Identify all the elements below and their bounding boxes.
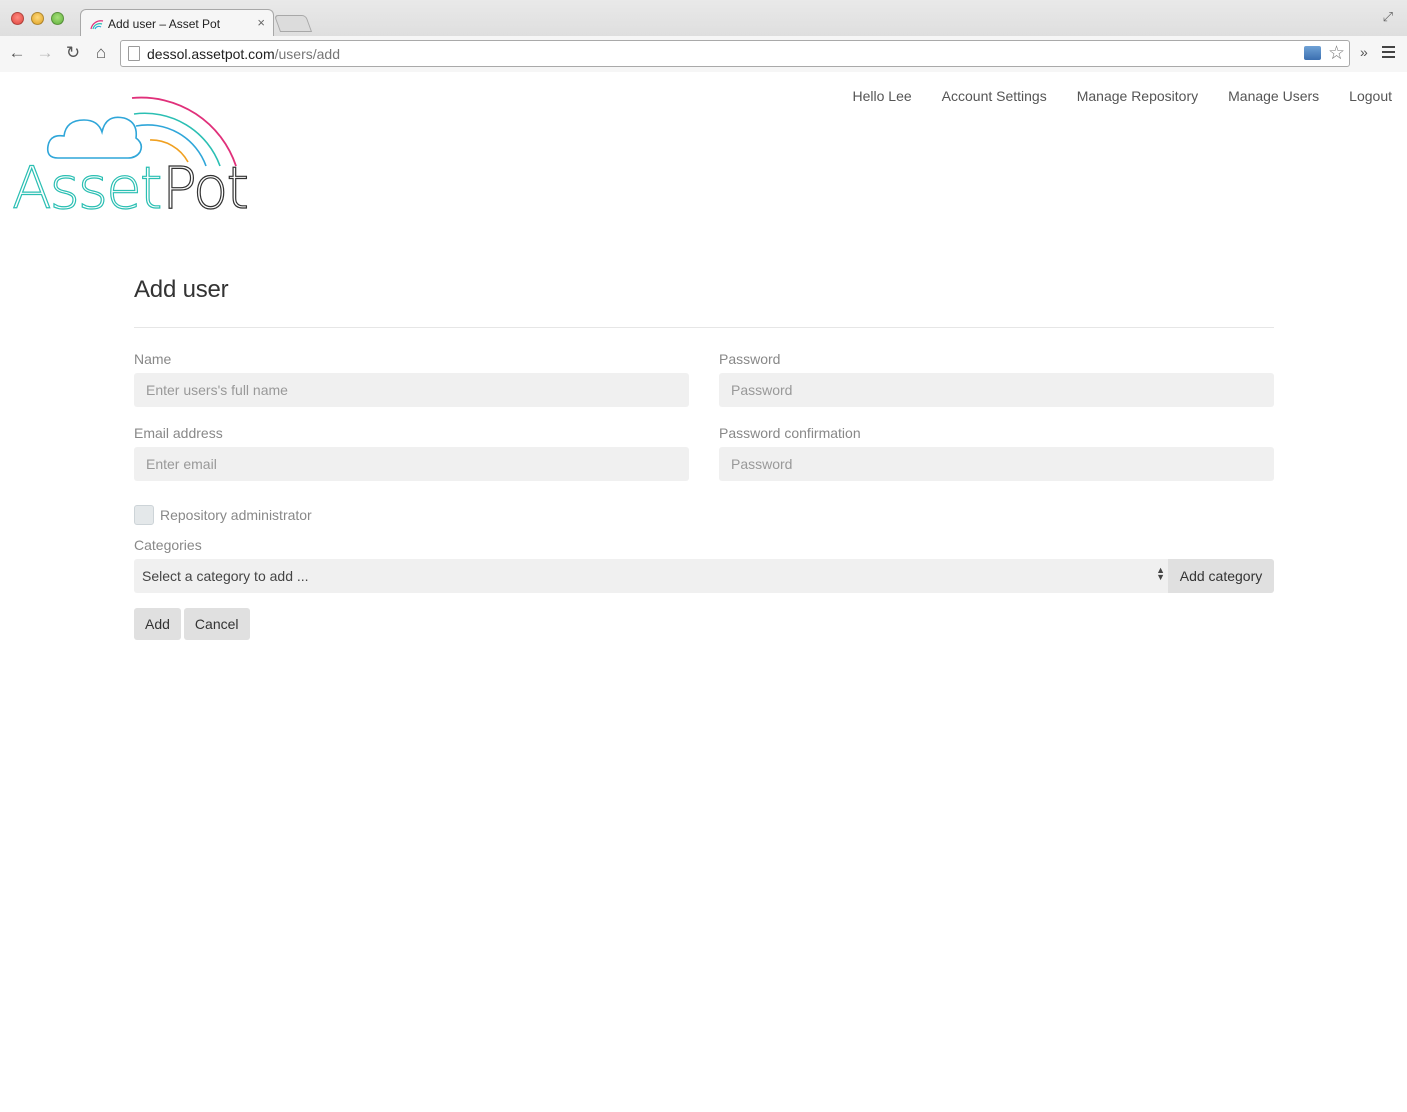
extension-icon[interactable] — [1304, 46, 1321, 60]
select-updown-icon: ▲ ▼ — [1156, 565, 1165, 582]
address-bar[interactable]: dessol.assetpot.com/users/add ☆ — [120, 40, 1350, 67]
categories-row: Select a category to add ... ▲ ▼ Add cate… — [134, 559, 1274, 593]
svg-text:Asset: Asset — [12, 154, 161, 214]
tab-close-icon[interactable]: × — [257, 15, 265, 30]
new-tab-button[interactable] — [273, 15, 313, 32]
title-divider — [134, 327, 1274, 328]
fullscreen-icon[interactable]: ⤢ — [1383, 9, 1393, 25]
name-label: Name — [134, 351, 172, 367]
nav-logout[interactable]: Logout — [1349, 88, 1392, 104]
form-row-1: Name Password — [134, 351, 1274, 407]
nav-account-settings[interactable]: Account Settings — [942, 88, 1047, 104]
password-input[interactable] — [719, 373, 1274, 407]
tab-title: Add user – Asset Pot — [108, 17, 221, 31]
home-icon[interactable]: ⌂ — [90, 42, 112, 64]
password-label: Password — [719, 351, 781, 367]
repo-admin-label[interactable]: Repository administrator — [160, 507, 312, 523]
back-icon[interactable]: ← — [6, 42, 28, 64]
add-user-form: Add user Name Password Email address Pas… — [134, 276, 1274, 640]
category-select-value: Select a category to add ... — [142, 568, 309, 584]
form-row-2: Email address Password confirmation — [134, 425, 1274, 481]
extensions-overflow-icon[interactable]: » — [1360, 44, 1368, 60]
browser-tab[interactable]: Add user – Asset Pot × — [80, 9, 274, 37]
email-input[interactable] — [134, 447, 689, 481]
browser-menu-icon[interactable] — [1382, 46, 1395, 58]
zoom-window-button[interactable] — [51, 12, 64, 25]
form-actions: Add Cancel — [134, 608, 1274, 640]
add-category-button[interactable]: Add category — [1168, 559, 1274, 593]
nav-manage-users[interactable]: Manage Users — [1228, 88, 1319, 104]
password-confirmation-input[interactable] — [719, 447, 1274, 481]
email-label: Email address — [134, 425, 223, 441]
url-text[interactable]: dessol.assetpot.com/users/add — [147, 46, 340, 62]
assetpot-logo[interactable]: Asset Pot — [10, 84, 255, 223]
password-confirmation-label: Password confirmation — [719, 425, 861, 441]
page-title: Add user — [134, 276, 229, 303]
forward-icon[interactable]: → — [34, 42, 56, 64]
category-select[interactable]: Select a category to add ... ▲ ▼ — [134, 559, 1168, 593]
bookmark-star-icon[interactable]: ☆ — [1328, 42, 1345, 65]
cancel-button[interactable]: Cancel — [183, 608, 250, 640]
repo-admin-row: Repository administrator — [134, 505, 1274, 525]
browser-toolbar: ← → ↻ ⌂ dessol.assetpot.com/users/add ☆ … — [0, 36, 1407, 72]
add-button[interactable]: Add — [134, 608, 181, 640]
browser-chrome: Add user – Asset Pot × ⤢ ← → ↻ ⌂ dessol.… — [0, 0, 1407, 72]
assetpot-logo-image: Asset Pot — [11, 96, 250, 223]
name-input[interactable] — [134, 373, 689, 407]
page-icon — [128, 46, 140, 61]
close-window-button[interactable] — [11, 12, 24, 25]
reload-icon[interactable]: ↻ — [62, 42, 84, 64]
assetpot-favicon-icon — [90, 20, 104, 30]
categories-label: Categories — [134, 537, 202, 553]
repo-admin-checkbox[interactable] — [134, 505, 154, 525]
page: Asset Pot Hello Lee Account Settings Man… — [0, 72, 1407, 1112]
nav-manage-repository[interactable]: Manage Repository — [1077, 88, 1198, 104]
minimize-window-button[interactable] — [31, 12, 44, 25]
svg-text:Pot: Pot — [162, 154, 247, 214]
nav-greeting[interactable]: Hello Lee — [853, 88, 912, 104]
top-nav: Hello Lee Account Settings Manage Reposi… — [853, 88, 1393, 104]
